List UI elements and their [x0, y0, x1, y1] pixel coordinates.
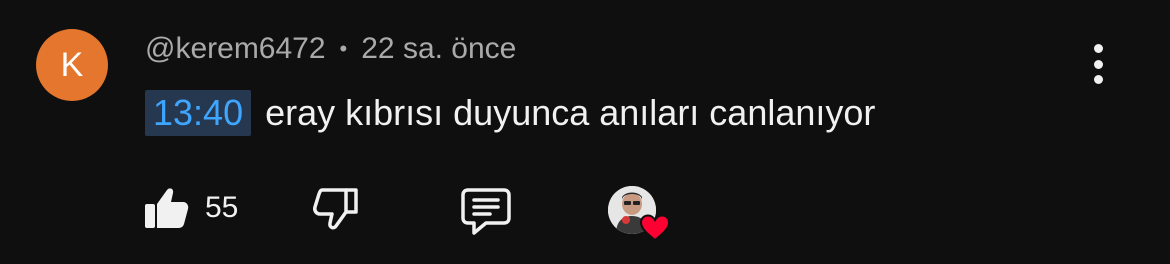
- more-dot: [1093, 59, 1103, 69]
- timestamp-link[interactable]: 13:40: [145, 90, 252, 136]
- comment-body: 13:40 eray kıbrısı duyunca anıları canla…: [145, 90, 875, 136]
- dislike-button[interactable]: [312, 186, 360, 232]
- reply-icon: [461, 188, 511, 235]
- comment-avatar[interactable]: K: [36, 29, 108, 101]
- more-dot: [1093, 75, 1103, 84]
- creator-heart[interactable]: [608, 184, 672, 244]
- comment-author[interactable]: @kerem6472: [145, 32, 326, 66]
- comment-meta: @kerem6472 • 22 sa. önce: [145, 32, 516, 66]
- meta-separator: •: [339, 36, 348, 61]
- avatar-letter: K: [60, 45, 84, 84]
- comment-actions: 55: [0, 180, 1170, 244]
- dislike-icon: [313, 188, 358, 230]
- comment-text: eray kıbrısı duyunca anıları canlanıyor: [265, 92, 876, 133]
- like-icon: [145, 188, 189, 228]
- reply-button[interactable]: [460, 186, 512, 236]
- comment-time[interactable]: 22 sa. önce: [361, 32, 516, 66]
- creator-heart-icon: [640, 214, 670, 242]
- more-options-button[interactable]: [1084, 44, 1112, 84]
- like-count: 55: [205, 191, 239, 224]
- like-button[interactable]: 55: [143, 186, 238, 230]
- more-vertical-icon: [1093, 44, 1103, 53]
